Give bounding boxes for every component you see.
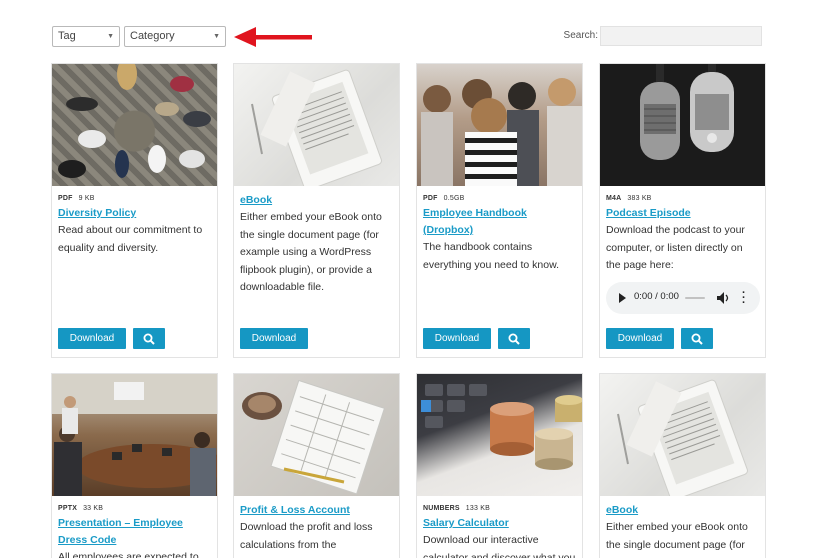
volume-icon[interactable] — [716, 291, 730, 305]
search-icon — [508, 333, 520, 345]
calculator-coins-image — [421, 384, 582, 470]
document-title-link[interactable]: Profit & Loss Account — [240, 502, 393, 519]
audio-progress-slider[interactable] — [685, 296, 705, 299]
document-title-link[interactable]: Salary Calculator — [423, 515, 576, 532]
file-meta: PPTX 33 KB — [58, 505, 211, 515]
file-type: NUMBERS — [423, 505, 460, 512]
preview-button[interactable] — [133, 328, 165, 349]
ebook-reader-image — [617, 379, 748, 496]
card-thumbnail[interactable] — [52, 64, 217, 186]
audience-image — [421, 78, 582, 186]
document-card: eBook Either embed your eBook onto the s… — [233, 63, 400, 358]
document-card: Profit & Loss Account Download the profi… — [233, 373, 400, 558]
documents-image — [242, 379, 386, 495]
red-arrow-icon — [234, 27, 312, 47]
search-label: Search: — [563, 30, 598, 41]
download-button[interactable]: Download — [58, 328, 126, 349]
category-select[interactable]: Category ▼ — [124, 26, 226, 47]
document-card: PDF 0.5GB Employee Handbook (Dropbox) The… — [416, 63, 583, 358]
document-card: PPTX 33 KB Presentation – Employee Dress … — [51, 373, 218, 558]
document-title-link[interactable]: Employee Handbook (Dropbox) — [423, 205, 576, 239]
tag-select[interactable]: Tag ▼ — [52, 26, 120, 47]
document-card: M4A 383 KB Podcast Episode Download the p… — [599, 63, 766, 358]
meeting-room-image — [52, 374, 217, 496]
audio-player: 0:00 / 0:00 · · · — [606, 281, 760, 314]
file-meta: M4A 383 KB — [606, 195, 759, 205]
audio-time: 0:00 / 0:00 — [634, 290, 679, 302]
download-button[interactable]: Download — [240, 328, 308, 349]
document-title-link[interactable]: eBook — [240, 192, 393, 209]
chevron-down-icon: ▼ — [107, 33, 114, 40]
document-title-link[interactable]: eBook — [606, 502, 759, 519]
file-meta: PDF 9 KB — [58, 195, 211, 205]
card-thumbnail[interactable] — [600, 64, 765, 186]
file-size: 0.5GB — [443, 195, 465, 202]
search-icon — [143, 333, 155, 345]
file-type: PDF — [423, 195, 438, 202]
document-card: NUMBERS 133 KB Salary Calculator Download… — [416, 373, 583, 558]
search-icon — [691, 333, 703, 345]
card-thumbnail[interactable] — [52, 374, 217, 496]
file-size: 33 KB — [83, 505, 104, 512]
tag-select-value: Tag — [58, 30, 76, 42]
play-icon[interactable] — [619, 292, 626, 303]
file-type: PDF — [58, 195, 73, 202]
file-meta: PDF 0.5GB — [423, 195, 576, 205]
document-description: Read about our commitment to equality an… — [58, 224, 203, 254]
ebook-reader-image — [251, 69, 382, 186]
search-input[interactable] — [600, 26, 762, 46]
document-card: PDF 9 KB Diversity Policy Read about our … — [51, 63, 218, 358]
file-type: PPTX — [58, 505, 78, 512]
preview-button[interactable] — [498, 328, 530, 349]
document-description: Either embed your eBook onto the single … — [240, 211, 382, 293]
card-thumbnail[interactable] — [417, 64, 582, 186]
document-description: Download our interactive calculator and … — [423, 534, 576, 558]
card-thumbnail[interactable] — [417, 374, 582, 496]
file-size: 9 KB — [78, 195, 95, 202]
document-card: eBook Either embed your eBook onto the s… — [599, 373, 766, 558]
chevron-down-icon: ▼ — [213, 33, 220, 40]
people-feet-image — [58, 64, 211, 178]
file-size: 133 KB — [465, 505, 490, 512]
microphone-image — [640, 64, 734, 160]
filter-toolbar: Tag ▼ Category ▼ Search: — [52, 26, 762, 48]
more-options-icon[interactable]: · · · — [742, 287, 746, 308]
category-select-value: Category — [130, 30, 175, 42]
card-thumbnail[interactable] — [600, 374, 765, 496]
document-description: All employees are expected to — [58, 551, 199, 558]
document-title-link[interactable]: Podcast Episode — [606, 205, 759, 222]
file-size: 383 KB — [627, 195, 652, 202]
card-thumbnail[interactable] — [234, 374, 399, 496]
document-title-link[interactable]: Diversity Policy — [58, 205, 211, 222]
document-title-link[interactable]: Presentation – Employee Dress Code — [58, 515, 211, 549]
file-meta: NUMBERS 133 KB — [423, 505, 576, 515]
document-description: Either embed your eBook onto the single … — [606, 521, 748, 551]
document-description: Download the podcast to your computer, o… — [606, 224, 745, 271]
document-description: The handbook contains everything you nee… — [423, 241, 560, 271]
file-type: M4A — [606, 195, 622, 202]
document-description: Download the profit and loss calculation… — [240, 521, 373, 551]
download-button[interactable]: Download — [606, 328, 674, 349]
preview-button[interactable] — [681, 328, 713, 349]
download-button[interactable]: Download — [423, 328, 491, 349]
card-thumbnail[interactable] — [234, 64, 399, 186]
